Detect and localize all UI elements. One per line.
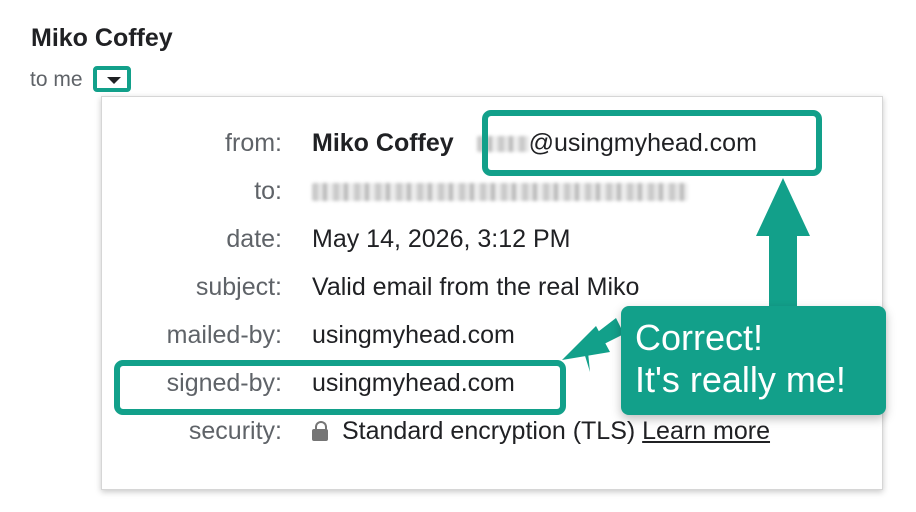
callout-line-2: It's really me! [635,359,846,400]
arrow-left-icon [562,318,624,372]
annotation-callout: Correct! It's really me! [621,306,886,415]
arrow-up-icon [756,178,810,312]
callout-line-1: Correct! [635,317,764,358]
annotation-arrows [562,178,810,372]
